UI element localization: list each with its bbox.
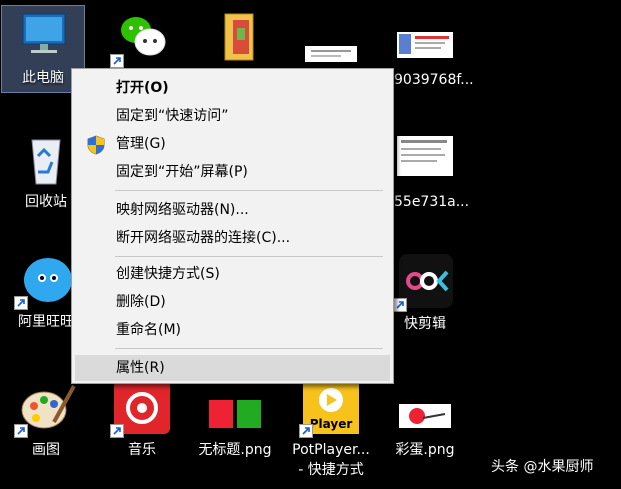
image-thumbnail-icon bbox=[301, 8, 361, 66]
desktop-icon-label: 画图 bbox=[32, 442, 60, 458]
potplayer-icon: Player bbox=[299, 378, 361, 438]
netease-music-icon bbox=[110, 378, 172, 438]
desktop-icon-label: PotPlayer... bbox=[292, 442, 370, 458]
desktop-icon-untitled-png[interactable]: 无标题.png bbox=[194, 378, 276, 460]
desktop-icon-wechat[interactable] bbox=[101, 8, 183, 68]
menu-separator bbox=[115, 348, 383, 349]
menu-item-pin-start[interactable]: 固定到“开始”屏幕(P) bbox=[75, 160, 390, 184]
shortcut-arrow-icon bbox=[299, 424, 313, 438]
kuaijianji-icon bbox=[393, 252, 455, 312]
desktop-icon-netease-music[interactable]: 音乐 bbox=[101, 378, 183, 460]
desktop-icon-label: 快剪辑 bbox=[404, 316, 446, 332]
desktop-icon-label-line2: - 快捷方式 bbox=[298, 462, 364, 478]
shortcut-arrow-icon bbox=[14, 424, 28, 438]
watermark: 头条 @水果厨师 bbox=[491, 459, 594, 475]
menu-item-pin-quick-access[interactable]: 固定到“快速访问” bbox=[75, 104, 390, 128]
desktop-icon-image-top[interactable] bbox=[290, 8, 372, 66]
image-thumbnail-icon bbox=[395, 378, 455, 436]
computer-icon bbox=[13, 6, 73, 64]
menu-separator bbox=[115, 256, 383, 257]
menu-separator bbox=[115, 190, 383, 191]
menu-item-manage[interactable]: 管理(G) bbox=[75, 132, 390, 156]
desktop-icon-label: 彩蛋.png bbox=[395, 442, 455, 458]
folder-icon bbox=[209, 8, 269, 66]
menu-item-disconnect-network-drive[interactable]: 断开网络驱动器的连接(C)... bbox=[75, 226, 390, 250]
desktop-icon-kuaijianji[interactable]: 快剪辑 bbox=[384, 252, 466, 334]
desktop-icon-caidan-png[interactable]: 彩蛋.png bbox=[384, 378, 466, 460]
shortcut-arrow-icon bbox=[393, 298, 407, 312]
desktop-icon-paint[interactable]: 画图 bbox=[5, 378, 87, 460]
desktop-icon-label: 9039768f... bbox=[394, 72, 474, 88]
image-thumbnail-icon bbox=[395, 20, 455, 60]
desktop-icon-potplayer[interactable]: Player PotPlayer... - 快捷方式 bbox=[290, 378, 372, 480]
menu-item-delete[interactable]: 删除(D) bbox=[75, 290, 390, 314]
menu-item-rename[interactable]: 重命名(M) bbox=[75, 318, 390, 342]
shortcut-arrow-icon bbox=[110, 54, 124, 68]
desktop-icon-folder[interactable] bbox=[198, 8, 280, 66]
aliwangwang-icon bbox=[14, 250, 76, 310]
menu-item-map-network-drive[interactable]: 映射网络驱动器(N)... bbox=[75, 198, 390, 222]
menu-item-properties[interactable]: 属性(R) bbox=[75, 355, 390, 381]
desktop-icon-label: 音乐 bbox=[128, 442, 156, 458]
desktop-icon-55e731a[interactable]: 55e731a... bbox=[384, 130, 470, 212]
svg-text:Player: Player bbox=[310, 417, 353, 431]
wechat-icon bbox=[110, 8, 172, 68]
shortcut-arrow-icon bbox=[110, 424, 124, 438]
menu-item-create-shortcut[interactable]: 创建快捷方式(S) bbox=[75, 262, 390, 286]
shortcut-arrow-icon bbox=[14, 296, 28, 310]
recycle-bin-icon bbox=[16, 130, 76, 188]
menu-item-open[interactable]: 打开(O) bbox=[75, 76, 390, 100]
paint-palette-icon bbox=[14, 378, 76, 438]
image-thumbnail-icon bbox=[395, 130, 455, 178]
desktop-icon-label: 无标题.png bbox=[198, 442, 272, 458]
desktop-icon-label: 55e731a... bbox=[394, 194, 470, 210]
image-thumbnail-icon bbox=[205, 378, 265, 436]
uac-shield-icon bbox=[87, 135, 105, 163]
desktop-icon-9039768f[interactable]: 9039768f... bbox=[384, 20, 474, 90]
context-menu: 打开(O) 固定到“快速访问” 管理(G) 固定到“开始”屏幕(P) 映射网络驱… bbox=[71, 68, 394, 384]
